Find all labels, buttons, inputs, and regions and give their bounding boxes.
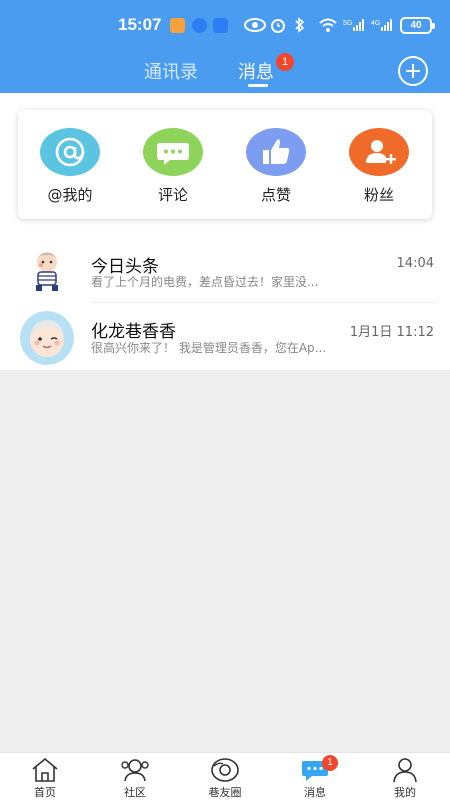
- quick-action-comments[interactable]: 评论: [133, 128, 213, 205]
- huanglongxiang-avatar: [20, 311, 74, 365]
- nav-messages[interactable]: 1 消息: [270, 753, 360, 800]
- nav-moments-label: 巷友圈: [208, 786, 242, 799]
- quick-action-comments-label: 评论: [157, 186, 188, 204]
- toutiao-avatar: [20, 243, 74, 297]
- signal-5g-icon: 5G: [343, 19, 364, 31]
- home-icon: [32, 757, 58, 782]
- message-preview: 很高兴你来了！ 我是管理员香香，您在Ap...: [91, 341, 327, 355]
- quick-actions-card: @我的 评论 点赞 粉丝: [18, 110, 432, 219]
- status-bar: 15:07 5G 4G 40: [0, 0, 450, 50]
- message-preview: 看了上个月的电费，差点昏过去！家里没...: [91, 275, 319, 289]
- at-icon: [40, 128, 100, 176]
- tab-contacts[interactable]: 通讯录: [144, 58, 198, 84]
- quick-action-fans-label: 粉丝: [363, 186, 394, 204]
- nav-messages-badge: 1: [322, 755, 338, 771]
- nav-community[interactable]: 社区: [90, 753, 180, 800]
- list-divider: [91, 302, 436, 303]
- svg-text:4G: 4G: [371, 20, 380, 27]
- nav-community-label: 社区: [124, 786, 146, 799]
- nav-moments[interactable]: 巷友圈: [180, 753, 270, 800]
- wifi-icon: [319, 18, 337, 32]
- notification-app-icon: [170, 18, 185, 33]
- eye-icon: [244, 18, 266, 32]
- alipay-app-icon: [213, 18, 228, 33]
- nav-profile[interactable]: 我的: [360, 753, 450, 800]
- alarm-icon: [271, 19, 285, 33]
- nav-messages-label: 消息: [304, 786, 326, 799]
- nav-home-label: 首页: [34, 786, 56, 799]
- quick-action-fans[interactable]: 粉丝: [339, 128, 419, 205]
- bottom-navigation: 首页 社区 巷友圈 1 消息 我的: [0, 752, 450, 800]
- moments-icon: [211, 758, 239, 782]
- active-tab-indicator: [248, 84, 268, 87]
- add-button[interactable]: [398, 56, 428, 86]
- profile-icon: [393, 758, 417, 783]
- comment-icon: [143, 128, 203, 176]
- tab-messages[interactable]: 消息: [238, 58, 274, 84]
- list-item[interactable]: 化龙巷香香 很高兴你来了！ 我是管理员香香，您在Ap... 1月1日 11:12: [0, 304, 450, 370]
- quick-action-likes-label: 点赞: [260, 186, 291, 204]
- nav-home[interactable]: 首页: [0, 753, 90, 800]
- thumbs-up-icon: [246, 128, 306, 176]
- app-header: 15:07 5G 4G 40 通讯录 消息 1: [0, 0, 450, 93]
- svg-text:5G: 5G: [343, 20, 352, 27]
- quick-action-likes[interactable]: 点赞: [236, 128, 316, 205]
- quick-action-mentions[interactable]: @我的: [30, 128, 110, 205]
- battery-indicator: 40: [400, 17, 435, 34]
- community-icon: [121, 759, 149, 782]
- add-user-icon: [349, 128, 409, 176]
- status-time: 15:07: [118, 15, 162, 34]
- message-time: 14:04: [396, 256, 434, 271]
- message-time: 1月1日 11:12: [349, 325, 434, 340]
- list-item[interactable]: 今日头条 看了上个月的电费，差点昏过去！家里没... 14:04: [0, 239, 450, 305]
- tab-messages-badge: 1: [276, 53, 294, 71]
- chat-app-icon: [192, 18, 207, 33]
- bluetooth-icon: [295, 17, 305, 33]
- signal-4g-icon: 4G: [371, 19, 392, 31]
- nav-profile-label: 我的: [394, 786, 416, 799]
- quick-action-mentions-label: @我的: [47, 186, 93, 204]
